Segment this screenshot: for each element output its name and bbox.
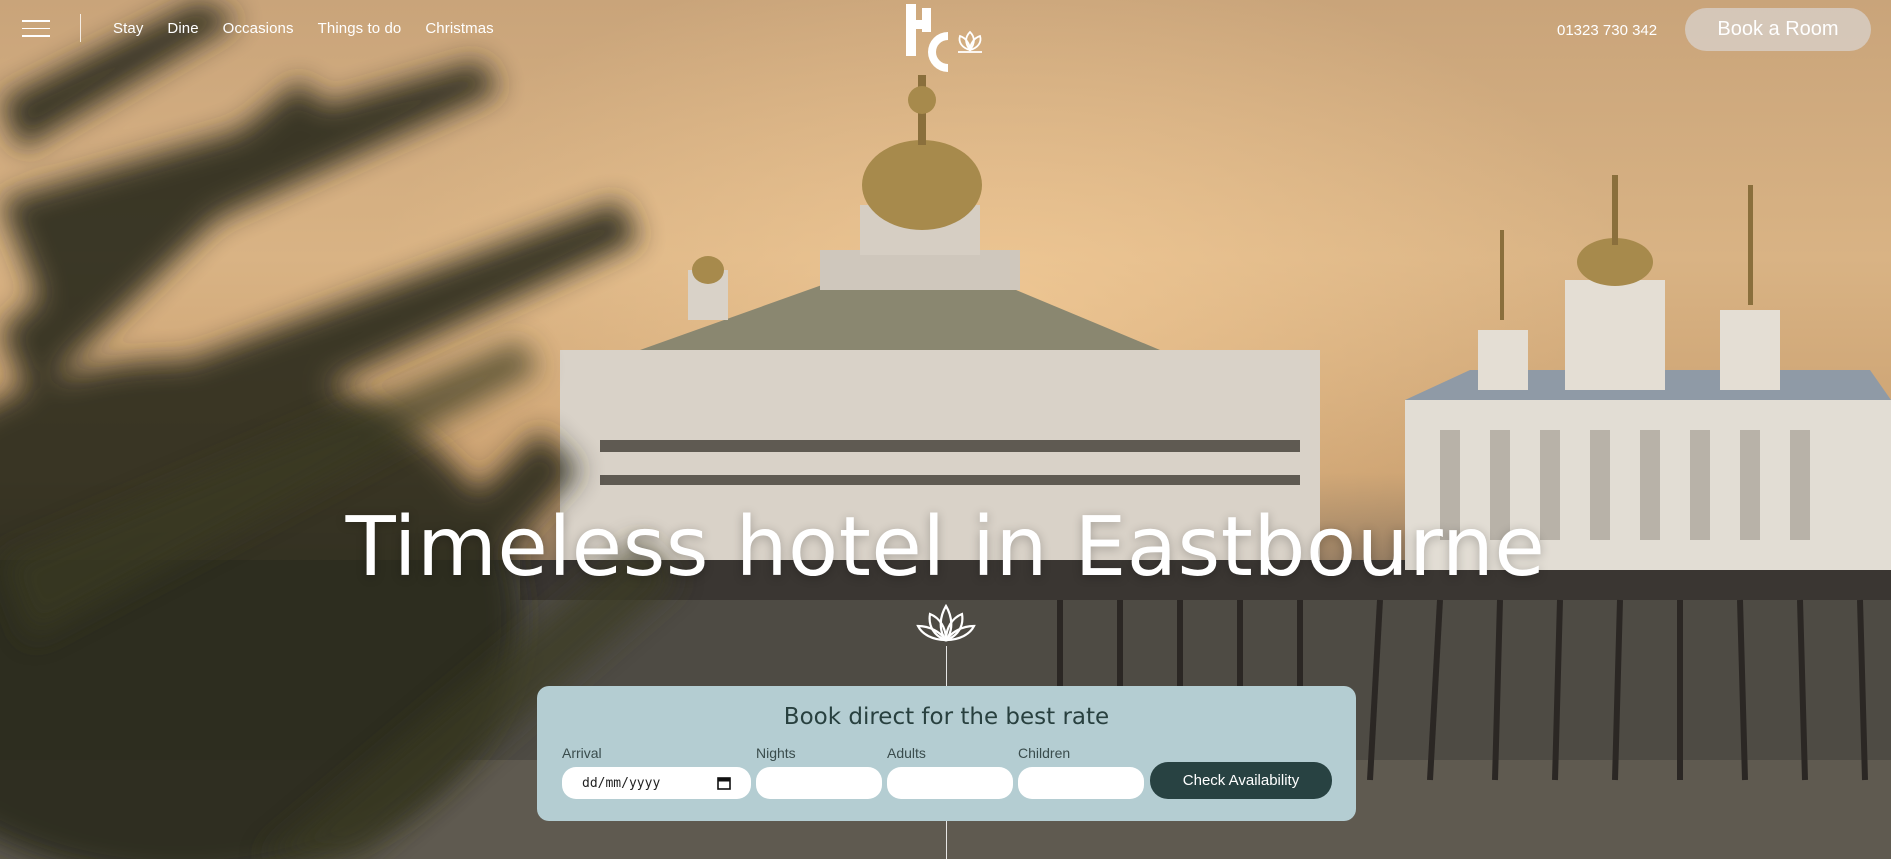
check-availability-button[interactable]: Check Availability — [1150, 762, 1332, 799]
adults-input[interactable] — [887, 767, 1013, 799]
top-navigation: Stay Dine Occasions Things to do Christm… — [0, 0, 1891, 72]
arrival-date-placeholder: dd/mm/yyyy — [582, 775, 661, 791]
arrival-date-input[interactable]: dd/mm/yyyy — [562, 767, 751, 799]
booking-widget: Book direct for the best rate Arrival dd… — [537, 686, 1356, 821]
lotus-icon — [916, 603, 976, 642]
children-input[interactable] — [1018, 767, 1144, 799]
nav-item-stay[interactable]: Stay — [113, 20, 143, 37]
nights-input[interactable] — [756, 767, 882, 799]
children-label: Children — [1018, 745, 1071, 761]
main-nav: Stay Dine Occasions Things to do Christm… — [113, 20, 518, 37]
book-a-room-button[interactable]: Book a Room — [1685, 8, 1871, 51]
hero-headline: Timeless hotel in Eastbourne — [345, 500, 1546, 595]
hamburger-menu-icon[interactable] — [22, 20, 50, 40]
lotus-icon — [958, 30, 982, 53]
hotel-logo[interactable] — [900, 2, 990, 76]
phone-number-link[interactable]: 01323 730 342 — [1557, 22, 1657, 39]
nav-item-christmas[interactable]: Christmas — [425, 20, 493, 37]
nav-divider — [80, 14, 81, 42]
calendar-icon[interactable] — [717, 776, 731, 790]
nights-label: Nights — [756, 745, 796, 761]
adults-label: Adults — [887, 745, 926, 761]
nav-item-dine[interactable]: Dine — [167, 20, 198, 37]
arrival-label: Arrival — [562, 745, 602, 761]
nav-item-things-to-do[interactable]: Things to do — [318, 20, 402, 37]
booking-title: Book direct for the best rate — [783, 704, 1110, 730]
nav-item-occasions[interactable]: Occasions — [223, 20, 294, 37]
